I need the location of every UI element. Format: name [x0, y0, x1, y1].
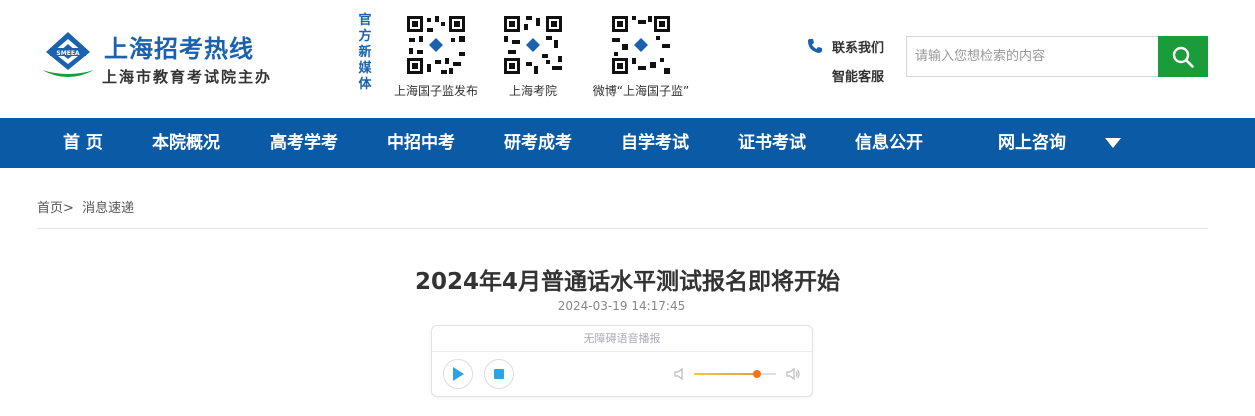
breadcrumb-separator: >: [63, 201, 74, 216]
official-media-label: 官方新媒体: [358, 13, 372, 92]
breadcrumb-divider: [37, 228, 1208, 229]
article-title: 2024年4月普通话水平测试报名即将开始: [414, 269, 841, 295]
qr-code-icon: [405, 14, 467, 76]
qr-code-icon: [610, 14, 672, 76]
chevron-down-icon[interactable]: [1104, 137, 1122, 149]
site-subtitle: 上海市教育考试院主办: [102, 68, 273, 86]
stop-icon: [494, 369, 504, 379]
phone-icon: [806, 36, 826, 56]
nav-item-about[interactable]: 本院概况: [152, 118, 220, 168]
volume-up-icon[interactable]: [785, 366, 801, 382]
qr-code-icon: [502, 14, 564, 76]
smeea-logo-icon[interactable]: SMEEA: [38, 30, 98, 80]
site-title[interactable]: 上海招考热线: [104, 29, 254, 64]
volume-slider-fill: [694, 373, 758, 375]
contact-block: 联系我们 智能客服: [806, 36, 884, 85]
nav-item-consult[interactable]: 网上咨询: [998, 118, 1066, 168]
stop-button[interactable]: [484, 359, 514, 389]
nav-item-yankao[interactable]: 研考成考: [504, 118, 572, 168]
smart-service-label[interactable]: 智能客服: [832, 66, 884, 85]
qr-code-weibo: 微博“上海国子监”: [586, 14, 696, 99]
contact-us-link[interactable]: 联系我们: [806, 36, 884, 56]
site-header: SMEEA 上海招考热线 上海市教育考试院主办 官方新媒体 上海国子监发布 上海…: [0, 0, 1255, 118]
smart-service-link[interactable]: 智能客服: [806, 65, 884, 85]
qr-code-guozijian-release: 上海国子监发布: [394, 14, 478, 99]
breadcrumb-current[interactable]: 消息速递: [82, 201, 134, 216]
nav-item-home[interactable]: 首 页: [63, 118, 103, 168]
volume-slider[interactable]: [694, 370, 776, 378]
nav-item-certificate[interactable]: 证书考试: [738, 118, 806, 168]
search-box: [906, 36, 1208, 77]
volume-mute-icon[interactable]: [672, 366, 688, 382]
audio-player-label: 无障碍语音播报: [432, 326, 812, 352]
svg-text:SMEEA: SMEEA: [56, 50, 79, 57]
qr-caption: 上海考院: [508, 84, 557, 98]
main-nav: 首 页 本院概况 高考学考 中招中考 研考成考 自学考试 证书考试 信息公开 网…: [0, 118, 1255, 168]
audio-player: 无障碍语音播报: [431, 325, 813, 397]
nav-item-gaokao[interactable]: 高考学考: [270, 118, 338, 168]
qr-caption: 微博“上海国子监”: [592, 84, 690, 98]
search-button[interactable]: [1158, 36, 1208, 77]
nav-item-info-public[interactable]: 信息公开: [855, 118, 923, 168]
contact-us-label[interactable]: 联系我们: [832, 37, 884, 56]
qr-caption: 上海国子监发布: [394, 84, 479, 98]
search-icon: [1172, 46, 1194, 68]
volume-slider-handle[interactable]: [753, 370, 762, 378]
breadcrumb: 首页> 消息速递: [37, 197, 134, 216]
nav-item-zhongkao[interactable]: 中招中考: [387, 118, 455, 168]
play-button[interactable]: [443, 359, 473, 389]
qr-code-kaoyuan: 上海考院: [494, 14, 572, 99]
nav-item-self-study[interactable]: 自学考试: [621, 118, 689, 168]
search-input[interactable]: [906, 36, 1158, 77]
breadcrumb-home[interactable]: 首页: [37, 201, 63, 216]
article-timestamp: 2024-03-19 14:17:45: [557, 299, 686, 313]
play-icon: [453, 367, 464, 381]
